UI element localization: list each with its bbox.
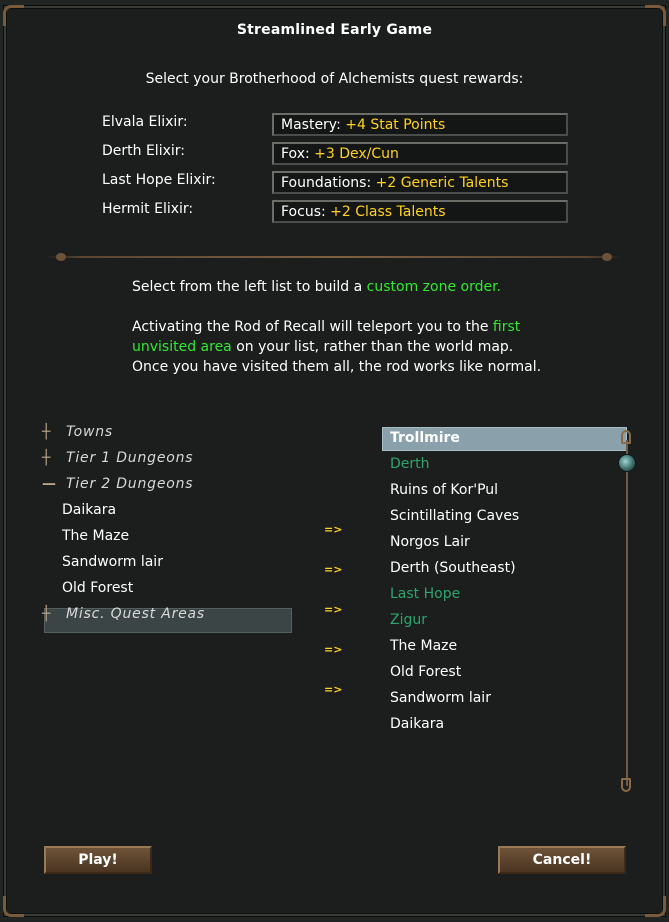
zone-order-item[interactable]: Derth	[390, 456, 430, 472]
scroll-track	[626, 440, 628, 786]
hermit-elixir-label: Hermit Elixir:	[102, 201, 194, 217]
tree-category-tier1[interactable]: ┼ Tier 1 Dungeons	[42, 450, 193, 466]
zone-order-item[interactable]: Scintillating Caves	[390, 508, 519, 524]
elixir-choice-value: +2 Generic Talents	[375, 175, 509, 191]
last-hope-elixir-label: Last Hope Elixir:	[102, 172, 216, 188]
elixir-choice-name: Mastery:	[281, 117, 346, 133]
plus-icon: ┼	[42, 450, 52, 466]
elvala-elixir-label: Elvala Elixir:	[102, 114, 188, 130]
elvala-elixir-select[interactable]: Mastery: +4 Stat Points	[272, 113, 568, 136]
zone-order-item[interactable]: Norgos Lair	[390, 534, 470, 550]
category-label: Towns	[66, 424, 114, 440]
minus-icon: —	[42, 476, 57, 492]
zone-order-item[interactable]: Ruins of Kor'Pul	[390, 482, 498, 498]
arrow-indicator: =>	[324, 643, 343, 656]
last-hope-elixir-select[interactable]: Foundations: +2 Generic Talents	[272, 171, 568, 194]
tree-item-daikara[interactable]: Daikara	[62, 502, 116, 518]
scroll-thumb[interactable]	[618, 454, 636, 472]
frame-corner	[645, 896, 666, 917]
derth-elixir-label: Derth Elixir:	[102, 143, 185, 159]
arrow-indicator: =>	[324, 563, 343, 576]
derth-elixir-select[interactable]: Fox: +3 Dex/Cun	[272, 142, 568, 165]
zone-order-item[interactable]: The Maze	[390, 638, 457, 654]
plus-icon: ┼	[42, 606, 52, 622]
zone-order-item[interactable]: Sandworm lair	[390, 690, 491, 706]
tree-item-old-forest[interactable]: Old Forest	[62, 580, 133, 596]
elixir-choice-name: Fox:	[281, 146, 315, 162]
elixir-choice-value: +2 Class Talents	[330, 204, 446, 220]
frame-corner	[3, 896, 24, 917]
arrow-indicator: =>	[324, 683, 343, 696]
section-divider	[46, 253, 622, 261]
zone-order-item[interactable]: Last Hope	[390, 586, 460, 602]
zone-order-instructions: Select from the left list to build a cus…	[132, 277, 552, 297]
tree-category-misc-quest-areas[interactable]: ┼ Misc. Quest Areas	[42, 606, 205, 622]
streamlined-early-game-dialog: Streamlined Early Game Select your Broth…	[3, 5, 666, 917]
elixir-choice-name: Focus:	[281, 204, 331, 220]
category-label: Tier 1 Dungeons	[66, 450, 194, 466]
tree-category-tier2[interactable]: — Tier 2 Dungeons	[42, 476, 193, 492]
scroll-cap-top	[621, 430, 631, 444]
hermit-elixir-select[interactable]: Focus: +2 Class Talents	[272, 200, 568, 223]
zone-order-item[interactable]: Zigur	[390, 612, 427, 628]
tree-category-towns[interactable]: ┼ Towns	[42, 424, 113, 440]
rewards-intro: Select your Brotherhood of Alchemists qu…	[145, 71, 524, 87]
scroll-cap-bottom	[621, 778, 631, 792]
zone-order-scrollbar[interactable]	[618, 430, 636, 792]
arrow-indicator: =>	[324, 523, 343, 536]
zone-order-item[interactable]: Old Forest	[390, 664, 461, 680]
elixir-choice-value: +3 Dex/Cun	[314, 146, 399, 162]
elixir-choice-name: Foundations:	[281, 175, 376, 191]
tree-item-the-maze[interactable]: The Maze	[62, 528, 129, 544]
arrow-indicator: =>	[324, 603, 343, 616]
elixir-choice-value: +4 Stat Points	[345, 117, 446, 133]
tree-item-sandworm-lair[interactable]: Sandworm lair	[62, 554, 163, 570]
rod-note-text: Activating the Rod of Recall will telepo…	[132, 319, 493, 335]
zone-order-item[interactable]: Derth (Southeast)	[390, 560, 516, 576]
zone-order-list[interactable]: Trollmire Derth Ruins of Kor'Pul Scintil…	[382, 422, 632, 794]
instructions-text: Select from the left list to build a	[132, 279, 367, 295]
rod-of-recall-note: Activating the Rod of Recall will telepo…	[132, 317, 552, 377]
zone-order-item[interactable]: Trollmire	[390, 430, 460, 446]
zone-order-item[interactable]: Daikara	[390, 716, 444, 732]
cancel-button[interactable]: Cancel!	[498, 846, 626, 874]
custom-zone-order-highlight: custom zone order.	[366, 279, 502, 295]
play-button[interactable]: Play!	[44, 846, 152, 874]
dialog-title: Streamlined Early Game	[236, 22, 433, 38]
category-label: Misc. Quest Areas	[66, 606, 206, 622]
plus-icon: ┼	[42, 424, 52, 440]
category-label: Tier 2 Dungeons	[66, 476, 194, 492]
